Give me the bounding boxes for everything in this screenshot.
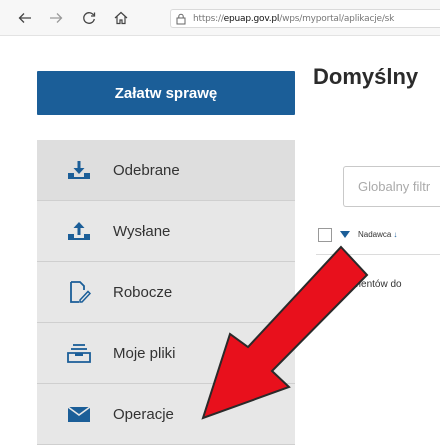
sidebar-item-label: Odebrane — [113, 161, 180, 179]
draft-edit-icon — [70, 281, 91, 303]
sidebar-item-operations[interactable]: Operacje — [37, 384, 295, 445]
sidebar-item-my-files[interactable]: Moje pliki — [37, 323, 295, 384]
inbox-download-icon — [68, 161, 90, 179]
home-icon — [114, 11, 128, 25]
select-all-checkbox[interactable] — [318, 227, 332, 242]
outbox-upload-icon — [68, 222, 90, 240]
home-button[interactable] — [110, 7, 132, 29]
sidebar-item-label: Moje pliki — [113, 344, 176, 362]
global-filter-input[interactable]: Globalny filtr — [343, 166, 440, 207]
empty-table-message: Brak elementów do — [316, 279, 402, 290]
page-title: Domyślny — [313, 64, 419, 89]
sidebar-item-label: Robocze — [113, 283, 173, 301]
envelope-icon — [67, 406, 91, 422]
arrow-right-icon — [50, 13, 63, 23]
back-button[interactable] — [14, 7, 36, 29]
sidebar-item-label: Wysłane — [113, 222, 171, 240]
forward-button[interactable] — [45, 7, 67, 29]
table-header: Nadawca ↓ — [316, 215, 440, 255]
sidebar-item-sent[interactable]: Wysłane — [37, 201, 295, 262]
sort-arrow-icon: ↓ — [393, 230, 398, 239]
sidebar-item-label: Operacje — [113, 405, 174, 423]
browser-toolbar: https://epuap.gov.pl/wps/myportal/aplika… — [0, 0, 440, 36]
sort-toggle-icon[interactable] — [340, 231, 350, 238]
sidebar-item-drafts[interactable]: Robocze — [37, 262, 295, 323]
address-bar[interactable]: https://epuap.gov.pl/wps/myportal/aplika… — [170, 9, 440, 28]
handle-matter-button[interactable]: Załatw sprawę — [37, 71, 295, 115]
lock-icon — [176, 13, 186, 24]
url-text: https://epuap.gov.pl/wps/myportal/aplika… — [193, 13, 395, 24]
sidebar: Odebrane Wysłane Robocze Moje pliki Oper… — [37, 140, 295, 445]
refresh-button[interactable] — [78, 7, 100, 29]
sender-column-header[interactable]: Nadawca ↓ — [358, 230, 397, 239]
refresh-icon — [83, 12, 96, 24]
sidebar-item-received[interactable]: Odebrane — [37, 140, 295, 201]
files-tray-icon — [67, 344, 91, 363]
arrow-left-icon — [18, 13, 31, 23]
